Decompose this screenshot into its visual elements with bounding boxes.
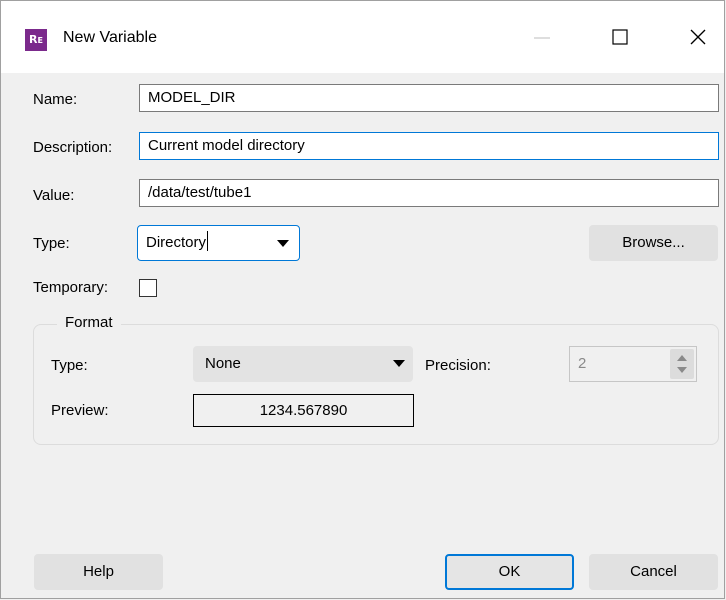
format-type-select[interactable]: None <box>193 346 413 382</box>
type-select-value: Directory <box>146 234 207 251</box>
type-select[interactable]: Directory <box>137 225 300 261</box>
value-input[interactable]: /data/test/tube1 <box>139 179 719 207</box>
precision-stepper[interactable] <box>670 349 694 379</box>
name-input[interactable]: MODEL_DIR <box>139 84 719 112</box>
title-bar[interactable]: RE New Variable <box>1 1 724 73</box>
format-type-label: Type: <box>51 357 88 374</box>
browse-button[interactable]: Browse... <box>589 225 718 261</box>
preview-value: 1234.567890 <box>193 394 414 427</box>
close-icon <box>690 29 706 45</box>
chevron-down-icon <box>393 360 405 367</box>
chevron-down-icon <box>277 240 289 247</box>
preview-label: Preview: <box>51 402 109 419</box>
minimize-icon <box>534 37 550 39</box>
minimize-button <box>519 19 565 55</box>
type-label: Type: <box>33 235 70 252</box>
format-type-value: None <box>205 355 241 372</box>
precision-spinbox[interactable]: 2 <box>569 346 697 382</box>
window-title: New Variable <box>63 29 157 46</box>
ok-button[interactable]: OK <box>445 554 574 590</box>
name-label: Name: <box>33 91 78 108</box>
format-group-title: Format <box>57 314 121 331</box>
new-variable-dialog: RE New Variable Name: MODEL_DIR Descript… <box>0 0 725 599</box>
help-button[interactable]: Help <box>34 554 163 590</box>
description-input[interactable]: Current model directory <box>139 132 719 160</box>
temporary-label: Temporary: <box>33 279 109 296</box>
description-label: Description: <box>33 139 113 156</box>
value-label: Value: <box>33 187 75 204</box>
spin-up-down-icon <box>677 355 687 373</box>
precision-value: 2 <box>578 355 587 372</box>
precision-label: Precision: <box>425 357 491 374</box>
text-cursor <box>207 231 209 251</box>
app-icon: RE <box>25 29 47 51</box>
maximize-icon <box>612 29 628 45</box>
maximize-button[interactable] <box>597 19 643 55</box>
cancel-button[interactable]: Cancel <box>589 554 718 590</box>
temporary-checkbox[interactable] <box>139 279 157 297</box>
close-button[interactable] <box>675 19 721 55</box>
